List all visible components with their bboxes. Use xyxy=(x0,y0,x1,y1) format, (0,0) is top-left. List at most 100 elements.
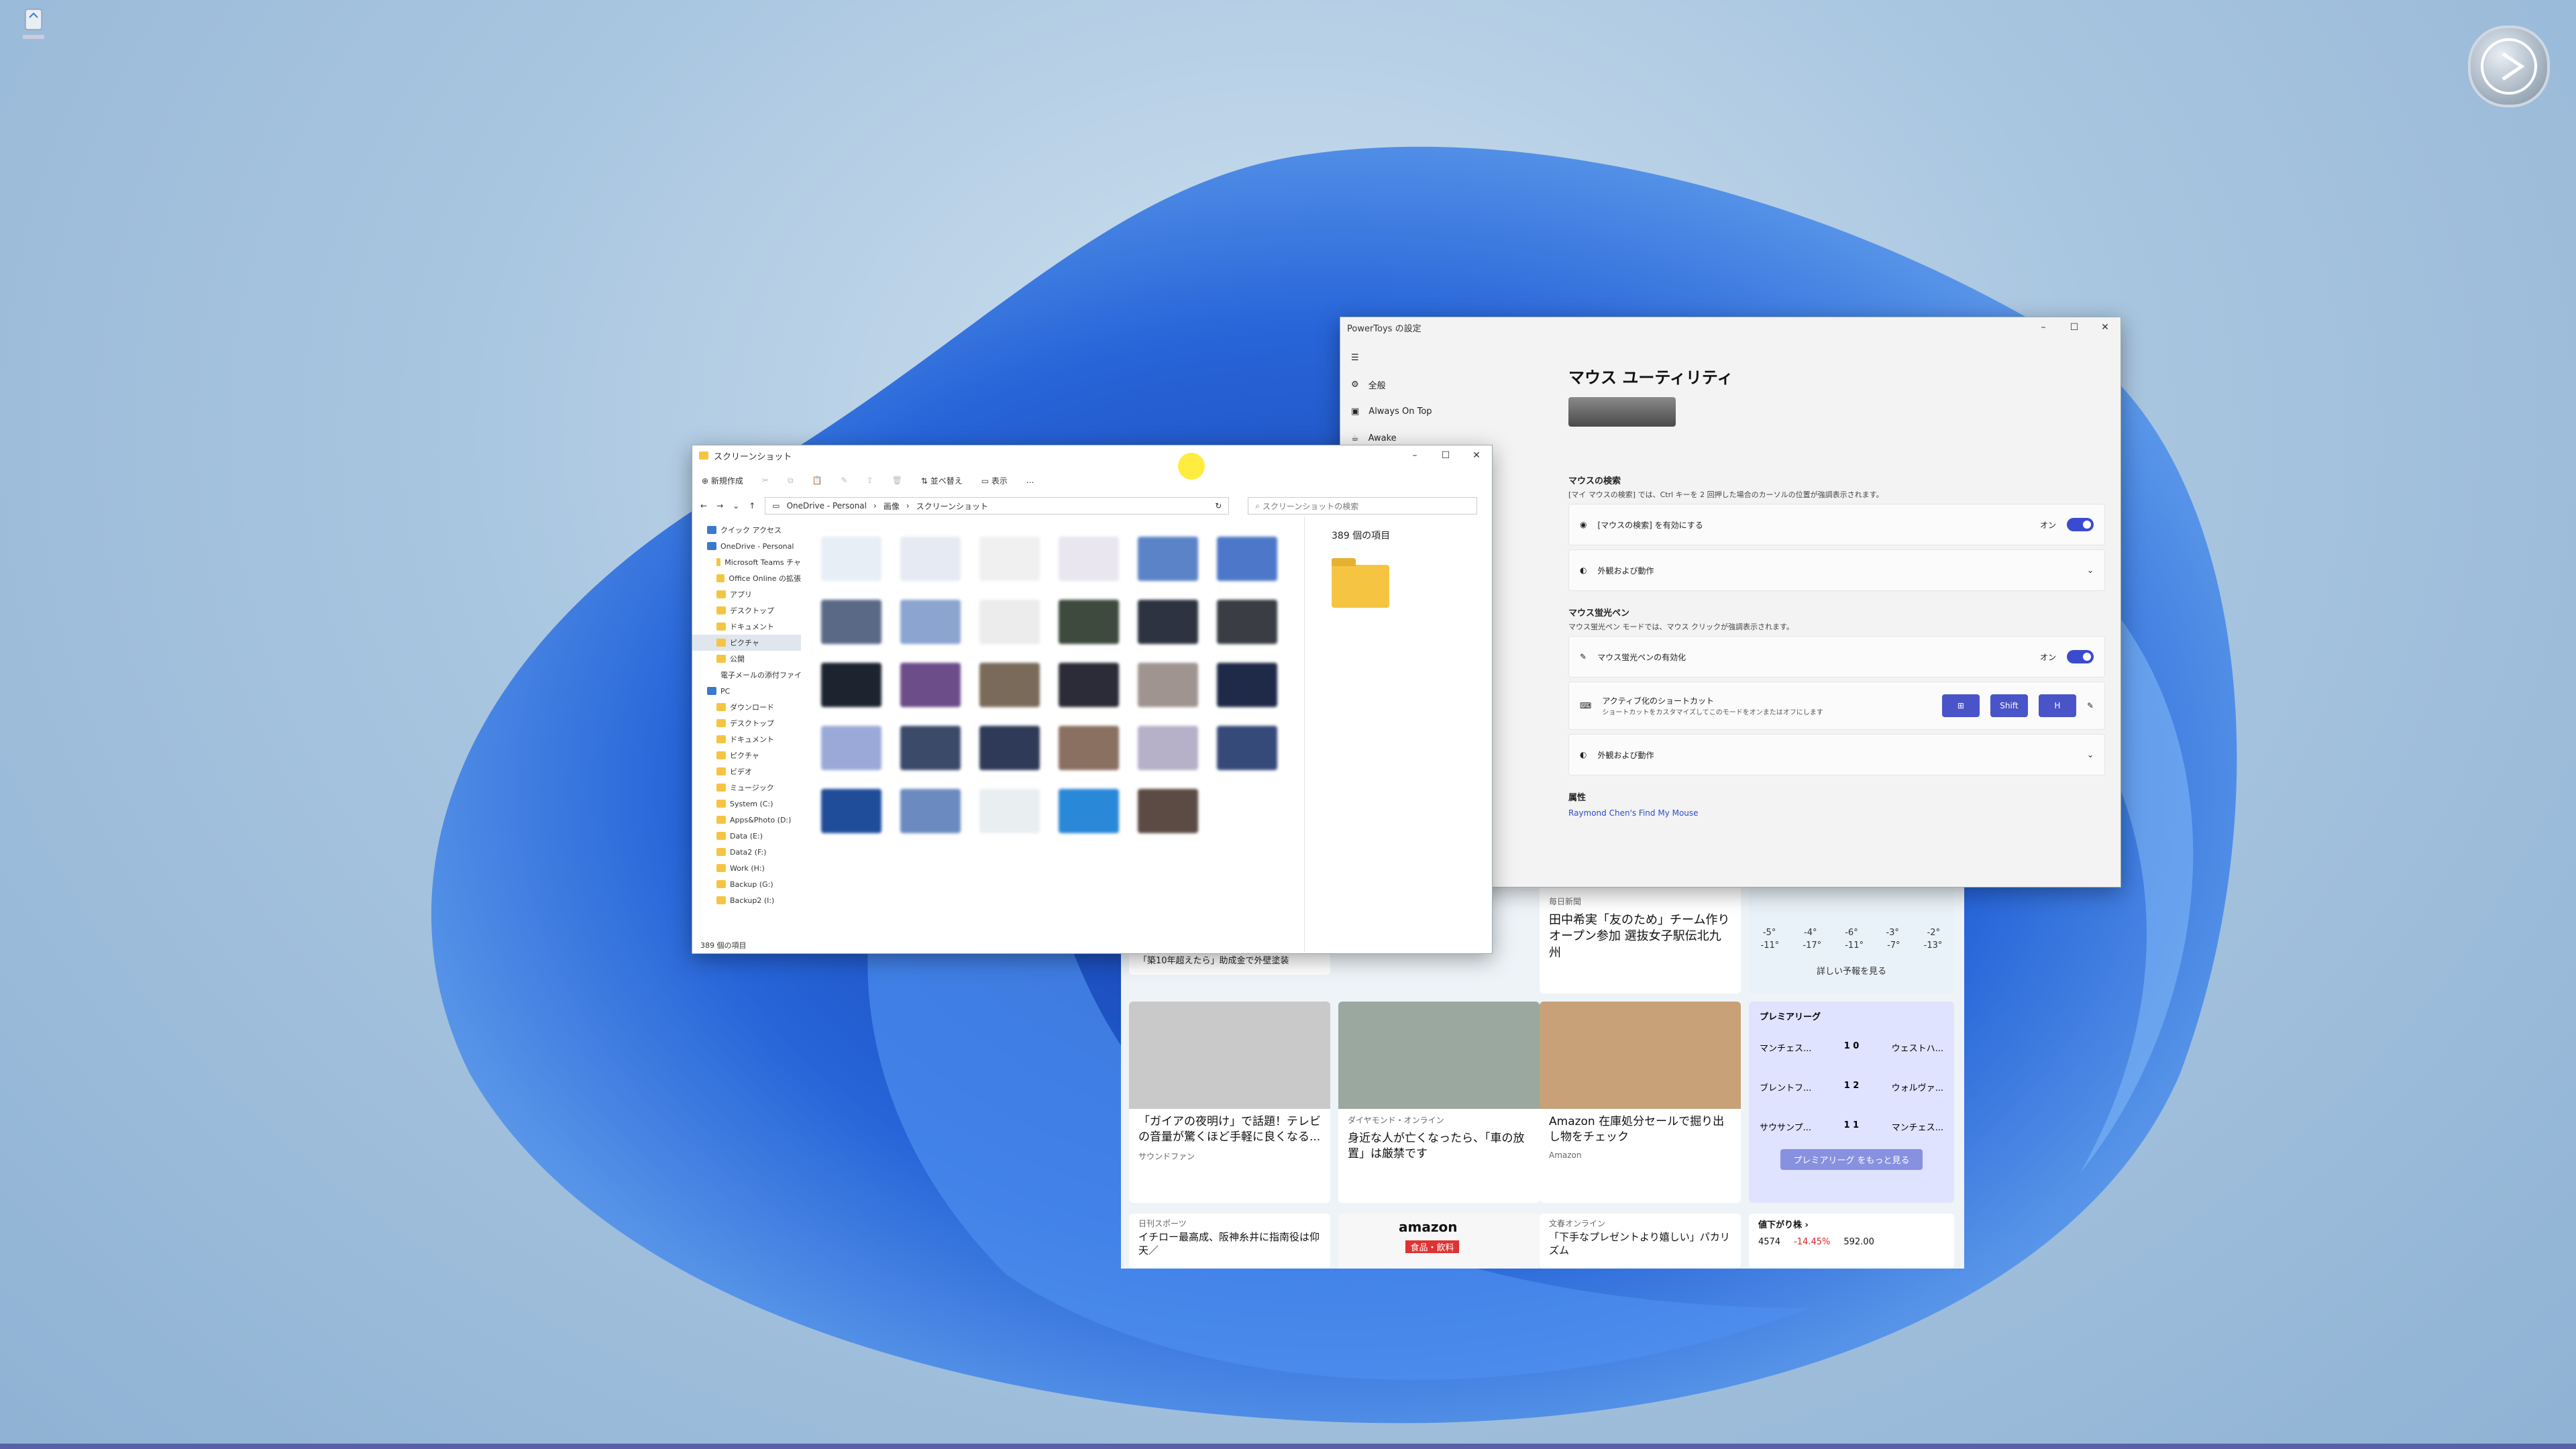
file-thumbnail[interactable] xyxy=(1217,537,1291,600)
file-thumbnail[interactable] xyxy=(1138,663,1212,726)
file-thumbnail[interactable] xyxy=(979,789,1053,852)
highlighter-enable-row[interactable]: ✎ マウス蛍光ペンの有効化 オン xyxy=(1568,636,2105,678)
chevron-down-icon[interactable]: ⌄ xyxy=(2087,566,2094,575)
file-thumbnail[interactable] xyxy=(1138,726,1212,789)
nav-item[interactable]: Microsoft Teams チャ xyxy=(692,554,801,570)
search-input[interactable]: ⌕ スクリーンショットの検索 xyxy=(1248,497,1478,515)
nav-item[interactable]: 公開 xyxy=(692,651,801,667)
file-thumbnail[interactable] xyxy=(900,789,974,852)
file-thumbnail[interactable] xyxy=(1138,789,1212,852)
delete-icon[interactable]: 🗑 xyxy=(892,476,902,485)
cut-icon[interactable]: ✂ xyxy=(762,476,769,485)
maximize-icon[interactable]: ☐ xyxy=(2059,322,2090,333)
paste-icon[interactable]: 📋 xyxy=(812,476,822,485)
file-thumbnail[interactable] xyxy=(1217,600,1291,663)
nav-item[interactable]: ダウンロード xyxy=(692,699,801,715)
nav-item[interactable]: ドキュメント xyxy=(692,731,801,747)
news-card-2[interactable]: ダイヤモンド・オンライン 身近な人が亡くなったら、「車の放置」は厳禁です xyxy=(1338,1002,1540,1203)
file-thumbnail[interactable] xyxy=(979,726,1053,789)
nav-item[interactable]: ビデオ xyxy=(692,763,801,780)
nav-item-general[interactable]: ⚙ 全般 xyxy=(1340,371,1555,398)
back-arrow-icon[interactable]: ← xyxy=(700,501,707,511)
file-thumbnail[interactable] xyxy=(979,663,1053,726)
nav-item[interactable]: デスクトップ xyxy=(692,715,801,731)
nav-item[interactable]: System (C:) xyxy=(692,796,801,812)
file-thumbnail[interactable] xyxy=(1059,537,1132,600)
nav-item[interactable]: Data2 (F:) xyxy=(692,844,801,860)
nav-item[interactable]: OneDrive - Personal xyxy=(692,538,801,554)
nav-item[interactable]: ピクチャ xyxy=(692,747,801,763)
amazon-ad-card[interactable]: amazon 食品・飲料 xyxy=(1338,1214,1540,1269)
address-bar[interactable]: ▭ OneDrive - Personal › 画像 › スクリーンショット ↻ xyxy=(765,497,1230,515)
file-explorer-window[interactable]: スクリーンショット – ☐ ✕ ⊕ 新規作成 ✂ ⧉ 📋 ✎ ⇪ 🗑 ⇅ 並べ替… xyxy=(692,445,1493,954)
rename-icon[interactable]: ✎ xyxy=(841,476,847,485)
file-thumbnail[interactable] xyxy=(900,663,974,726)
more-button[interactable]: ... xyxy=(1026,476,1034,485)
file-thumbnail[interactable] xyxy=(1217,663,1291,726)
find-mouse-enable-row[interactable]: ◉ [マウスの検索] を有効にする オン xyxy=(1568,504,2105,545)
file-thumbnail[interactable] xyxy=(821,537,895,600)
titlebar[interactable]: スクリーンショット – ☐ ✕ xyxy=(692,445,1492,466)
nav-item[interactable]: Backup2 (I:) xyxy=(692,892,801,908)
highlighter-appearance-row[interactable]: ◐ 外観および動作 ⌄ xyxy=(1568,734,2105,775)
news-card-bottom-1[interactable]: 日刊スポーツ イチロー最高成、阪神糸井に指南役は仰天／ xyxy=(1129,1214,1330,1269)
hamburger-menu-icon[interactable]: ☰ xyxy=(1340,344,1555,371)
edit-pencil-icon[interactable]: ✎ xyxy=(2087,701,2094,710)
nav-item[interactable]: Apps&Photo (D:) xyxy=(692,812,801,828)
news-card-top-mid[interactable]: 毎日新聞 田中希実「友のため」チーム作りオープン参加 選抜女子駅伝北九州 xyxy=(1540,881,1741,994)
breadcrumb-1[interactable]: OneDrive - Personal xyxy=(787,501,867,511)
file-thumbnail[interactable] xyxy=(821,726,895,789)
nav-item[interactable]: ミュージック xyxy=(692,780,801,796)
file-thumbnail[interactable] xyxy=(821,600,895,663)
file-thumbnail[interactable] xyxy=(1059,663,1132,726)
nav-item[interactable]: ドキュメント xyxy=(692,619,801,635)
sort-button[interactable]: ⇅ 並べ替え xyxy=(921,475,963,486)
news-card-3[interactable]: Amazon 在庫処分セールで掘り出し物をチェック Amazon xyxy=(1540,1002,1741,1203)
file-thumbnail[interactable] xyxy=(900,537,974,600)
file-thumbnail[interactable] xyxy=(979,537,1053,600)
up-arrow-icon[interactable]: ↑ xyxy=(749,501,755,511)
file-thumbnail[interactable] xyxy=(1138,537,1212,600)
nav-item[interactable]: Backup (G:) xyxy=(692,876,801,892)
file-thumbnail[interactable] xyxy=(1059,600,1132,663)
nav-item[interactable]: クイック アクセス xyxy=(692,522,801,538)
share-icon[interactable]: ⇪ xyxy=(867,476,873,485)
shortcut-row[interactable]: ⌨ アクティブ化のショートカット ショートカットをカスタマイズしてこのモードをオ… xyxy=(1568,682,2105,730)
file-thumbnail[interactable] xyxy=(821,789,895,852)
close-icon[interactable]: ✕ xyxy=(1461,450,1492,461)
weather-more-link[interactable]: 詳しい予報を見る xyxy=(1749,964,1954,977)
view-button[interactable]: ▭ 表示 xyxy=(981,475,1008,486)
file-thumbnail[interactable] xyxy=(1138,600,1212,663)
file-thumbnail[interactable] xyxy=(1217,726,1291,789)
nav-item[interactable]: デスクトップ xyxy=(692,602,801,619)
nav-item[interactable]: ピクチャ xyxy=(692,635,801,651)
weather-card[interactable]: -5° -4° -6° -3° -2° -11° -17° -11° -7° -… xyxy=(1749,881,1954,994)
minimize-icon[interactable]: – xyxy=(1399,450,1430,461)
breadcrumb-2[interactable]: 画像 xyxy=(883,500,900,512)
file-thumbnail[interactable] xyxy=(1059,789,1132,852)
nav-item[interactable]: アプリ xyxy=(692,586,801,602)
nav-item[interactable]: 電子メールの添付ファイ xyxy=(692,667,802,683)
forward-arrow-icon[interactable]: → xyxy=(716,501,723,511)
refresh-icon[interactable]: ↻ xyxy=(1215,501,1222,511)
titlebar[interactable]: PowerToys の設定 – ☐ ✕ xyxy=(1340,317,2121,337)
premier-more-button[interactable]: プレミアリーグ をもっと見る xyxy=(1780,1149,1923,1170)
new-button[interactable]: ⊕ 新規作成 xyxy=(702,475,743,486)
file-thumbnail[interactable] xyxy=(900,600,974,663)
maximize-icon[interactable]: ☐ xyxy=(1430,450,1461,461)
nav-item[interactable]: Data (E:) xyxy=(692,828,801,844)
nav-item[interactable]: Office Online の拡張 xyxy=(692,570,801,586)
premier-league-card[interactable]: プレミアリーグ マンチェス... 1 0 ウェストハ... ブレントフ... 1… xyxy=(1749,1002,1954,1203)
file-thumbnail[interactable] xyxy=(900,726,974,789)
news-card-1[interactable]: 「ガイアの夜明け」で話題！テレビの音量が驚くほど手軽に良くなる... サウンドフ… xyxy=(1129,1002,1330,1203)
recycle-bin-icon[interactable] xyxy=(20,5,47,46)
file-thumbnail[interactable] xyxy=(821,663,895,726)
close-icon[interactable]: ✕ xyxy=(2090,322,2121,333)
find-mouse-toggle[interactable] xyxy=(2067,518,2094,531)
minimize-icon[interactable]: – xyxy=(2028,322,2059,333)
breadcrumb-3[interactable]: スクリーンショット xyxy=(916,500,988,512)
nav-item[interactable]: PC xyxy=(692,683,801,699)
find-mouse-appearance-row[interactable]: ◐ 外観および動作 ⌄ xyxy=(1568,549,2105,591)
attribution-link[interactable]: Raymond Chen's Find My Mouse xyxy=(1568,808,2105,818)
copy-icon[interactable]: ⧉ xyxy=(788,476,794,486)
